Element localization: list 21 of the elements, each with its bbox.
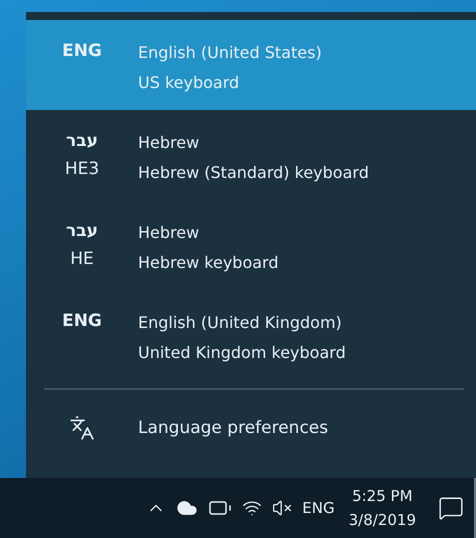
keyboard-name: Hebrew keyboard [138, 252, 278, 274]
input-indicator[interactable]: ENG [302, 499, 335, 517]
language-abbreviation: עבר [66, 130, 98, 153]
keyboard-name: Hebrew (Standard) keyboard [138, 162, 369, 184]
language-preferences-link[interactable]: Language preferences [26, 390, 476, 466]
keyboard-name: United Kingdom keyboard [138, 342, 346, 364]
muted-speaker-icon[interactable] [272, 498, 292, 518]
language-name: English (United States) [138, 42, 322, 64]
language-name: English (United Kingdom) [138, 312, 343, 334]
language-name: Hebrew [138, 132, 200, 154]
keyboard-name: US keyboard [138, 72, 240, 94]
keyboard-code: HE [70, 248, 94, 271]
language-name: Hebrew [138, 222, 200, 244]
language-abbreviation: ENG [62, 40, 102, 63]
language-icon [69, 415, 95, 441]
keyboard-code: HE3 [64, 158, 100, 181]
language-item[interactable]: ENG English (United Kingdom) United Kingdom keyboard [26, 290, 476, 380]
language-abbreviation: עבר [66, 220, 98, 243]
clock[interactable]: 5:25 PM 3/8/2019 [348, 484, 416, 532]
language-abbreviation: ENG [62, 310, 102, 333]
notification-icon[interactable] [438, 495, 464, 521]
